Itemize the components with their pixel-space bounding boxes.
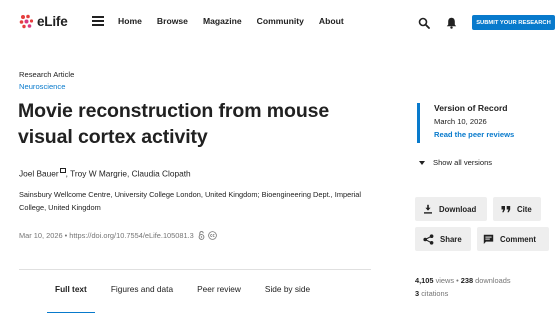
- cite-label: Cite: [517, 204, 532, 214]
- author-links[interactable]: , Troy W Margrie, Claudia Clopath: [66, 168, 191, 178]
- site-header: eLife Home Browse Magazine Community Abo…: [0, 0, 560, 44]
- elife-logo-icon: [19, 14, 34, 29]
- publication-info: Mar 10, 2026 • https://doi.org/10.7554/e…: [19, 231, 217, 240]
- comment-button[interactable]: Comment: [477, 227, 549, 251]
- logo-text: eLife: [37, 14, 68, 29]
- main-nav: Home Browse Magazine Community About: [118, 16, 359, 26]
- article-tabs: Full text Figures and data Peer review S…: [47, 284, 334, 313]
- open-access-icon: [198, 231, 205, 240]
- cite-button[interactable]: Cite: [493, 197, 541, 221]
- article-metrics: 4,105 views • 238 downloads 3 citations: [415, 275, 511, 300]
- version-indicator-bar: [417, 103, 420, 143]
- affiliations: Sainsbury Wellcome Centre, University Co…: [19, 190, 362, 212]
- downloads-label: downloads: [475, 276, 511, 285]
- tab-full-text[interactable]: Full text: [47, 284, 95, 313]
- search-icon[interactable]: [418, 16, 430, 29]
- menu-icon[interactable]: [92, 16, 104, 26]
- nav-home[interactable]: Home: [118, 16, 142, 26]
- author-link[interactable]: Joel Bauer: [19, 168, 59, 178]
- publication-date: Mar 10, 2026: [19, 231, 63, 240]
- peer-reviews-link[interactable]: Read the peer reviews: [434, 130, 514, 139]
- creative-commons-icon: [207, 231, 217, 240]
- article-title: Movie reconstruction from mouse visual c…: [18, 100, 330, 148]
- version-title: Version of Record: [434, 103, 508, 113]
- author-list: Joel Bauer , Troy W Margrie, Claudia Clop…: [19, 168, 191, 178]
- bell-icon[interactable]: [446, 16, 457, 29]
- views-count: 4,105: [415, 276, 434, 285]
- downloads-count: 238: [460, 276, 474, 285]
- share-icon: [423, 233, 434, 245]
- metrics-line-2: 3 citations: [415, 288, 511, 301]
- views-label: views: [435, 276, 455, 285]
- version-date: March 10, 2026: [434, 117, 487, 126]
- doi-link[interactable]: https://doi.org/10.7554/eLife.105081.3: [69, 231, 194, 240]
- separator: •: [62, 231, 70, 240]
- comment-icon: [483, 234, 494, 244]
- share-label: Share: [440, 234, 462, 244]
- nav-community[interactable]: Community: [257, 16, 304, 26]
- subject-link[interactable]: Neuroscience: [19, 82, 65, 91]
- comment-label: Comment: [500, 234, 536, 244]
- citations-count: 3: [415, 288, 420, 298]
- submit-research-button[interactable]: SUBMIT YOUR RESEARCH: [472, 15, 555, 30]
- show-all-versions-toggle[interactable]: Show all versions: [419, 158, 492, 167]
- nav-about[interactable]: About: [319, 16, 344, 26]
- download-icon: [424, 204, 432, 214]
- share-button[interactable]: Share: [415, 227, 471, 251]
- tab-figures-and-data[interactable]: Figures and data: [111, 284, 173, 313]
- tab-peer-review[interactable]: Peer review: [197, 284, 241, 313]
- nav-browse[interactable]: Browse: [157, 16, 188, 26]
- tabs-divider: [19, 269, 371, 270]
- versions-label: Show all versions: [433, 158, 493, 167]
- tab-side-by-side[interactable]: Side by side: [265, 284, 310, 313]
- citations-label: citations: [421, 288, 449, 298]
- triangle-down-icon: [419, 160, 425, 165]
- elife-logo[interactable]: eLife: [19, 14, 68, 29]
- download-button[interactable]: Download: [415, 197, 487, 221]
- metric-separator: •: [456, 276, 459, 285]
- email-icon[interactable]: [59, 168, 66, 173]
- quote-icon: [501, 206, 511, 213]
- article-type: Research Article: [19, 70, 75, 79]
- nav-magazine[interactable]: Magazine: [203, 16, 242, 26]
- download-label: Download: [439, 204, 477, 214]
- metrics-line-1: 4,105 views • 238 downloads: [415, 275, 511, 288]
